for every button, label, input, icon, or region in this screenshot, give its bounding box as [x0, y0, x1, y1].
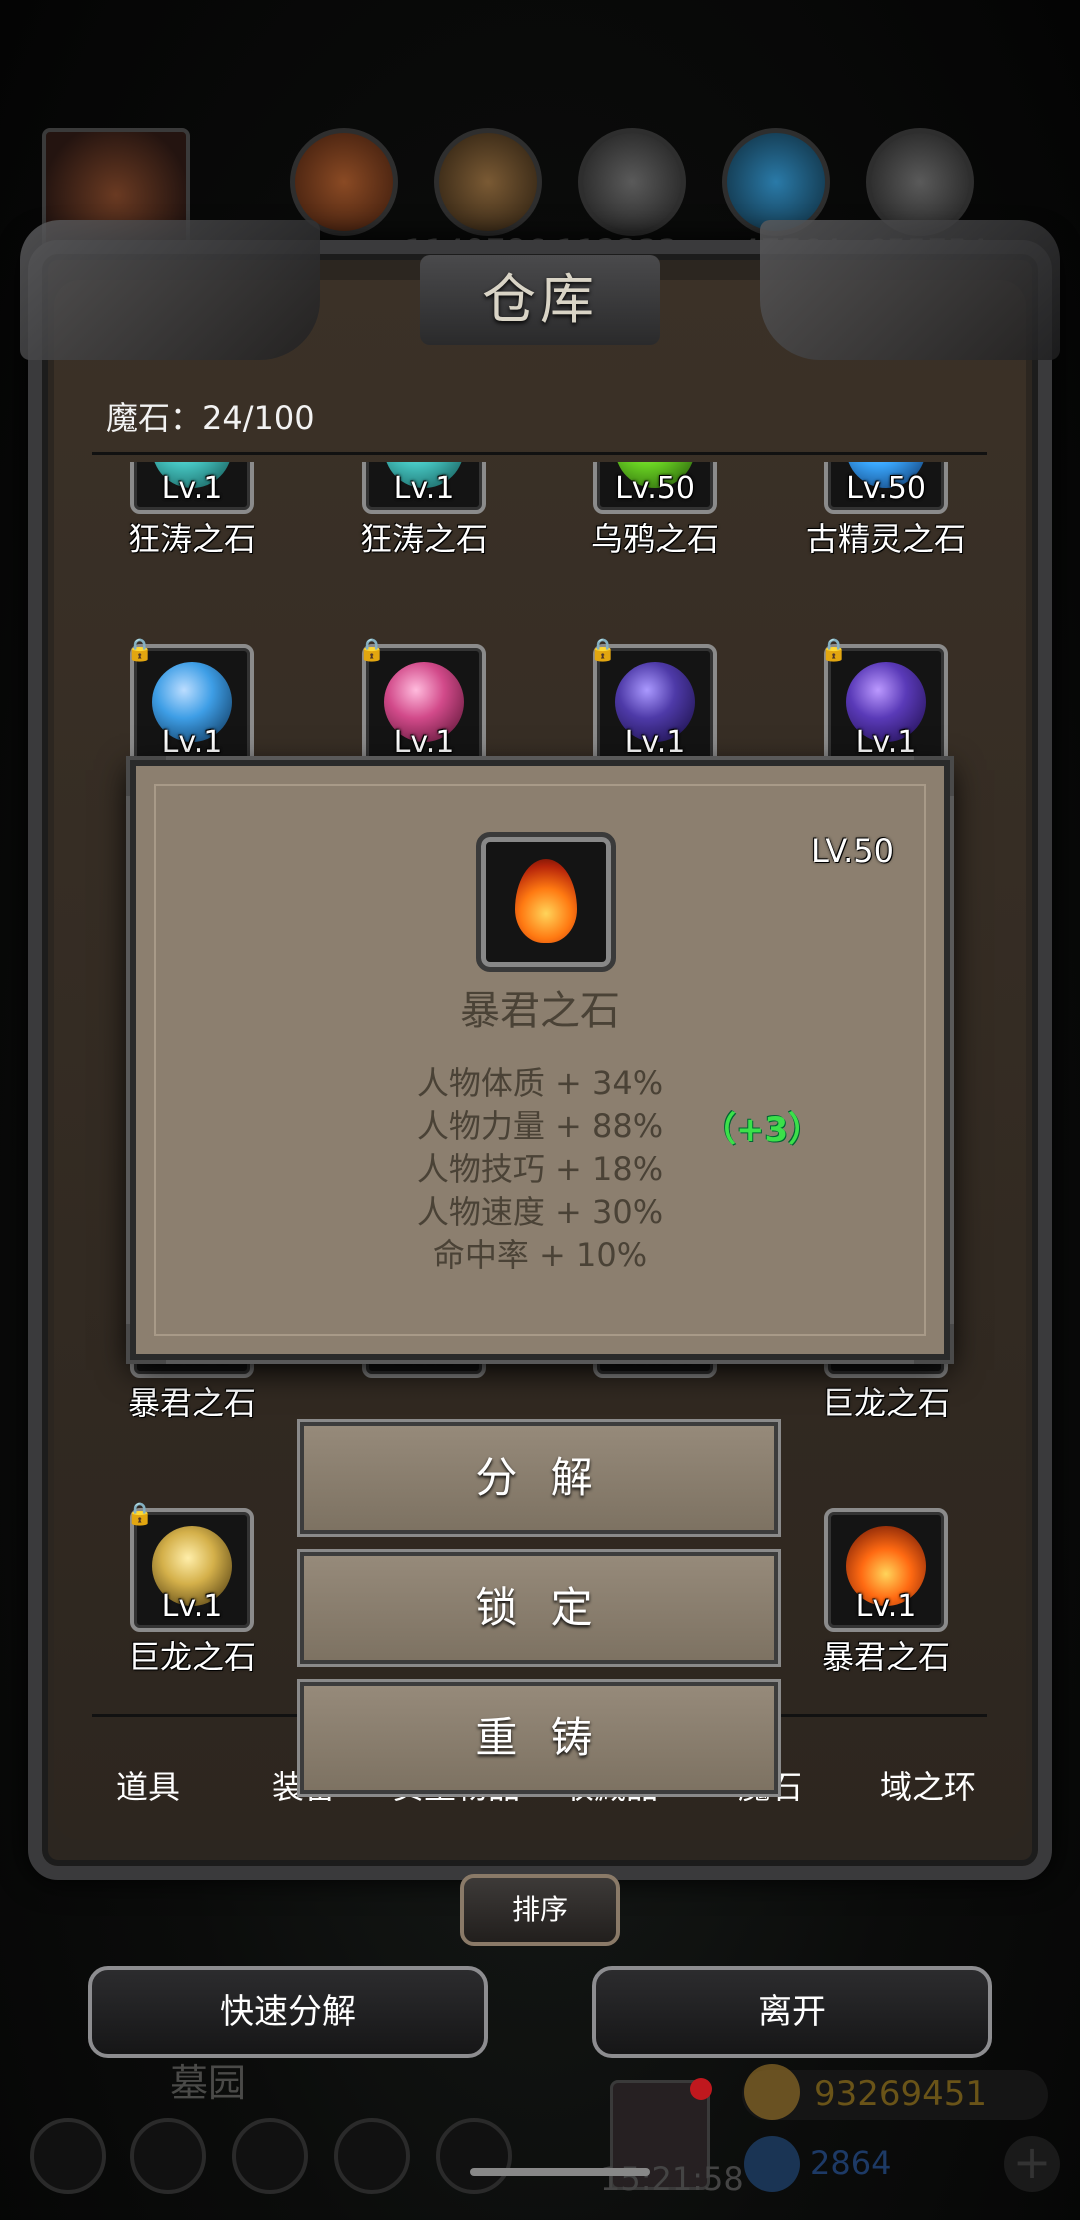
item-level: Lv.1 [161, 471, 223, 506]
diamond-icon [744, 2136, 800, 2192]
window-title: 仓库 [482, 268, 598, 331]
inventory-item[interactable]: 🔒 Lv.1 巨龙之石 [92, 1502, 292, 1678]
item-level: Lv.50 [615, 471, 695, 506]
notification-dot [690, 2078, 712, 2100]
item-level: Lv.1 [624, 725, 686, 760]
popup-level: LV.50 [811, 832, 894, 870]
item-slot: 🔒 Lv.1 [126, 638, 254, 768]
stat-line: 人物力量 + 88% [416, 1107, 664, 1145]
item-slot: 🔒 Lv.1 [820, 638, 948, 768]
corner-ornament [126, 756, 166, 796]
lock-icon: 🔒 [126, 638, 154, 663]
stone-count: 魔石：24/100 [106, 399, 315, 437]
settings-icon[interactable] [30, 2118, 106, 2194]
lock-icon: 🔒 [126, 1502, 154, 1527]
item-detail-popup: LV.50 暴君之石 人物体质 + 34% 人物力量 + 88% 人物技巧 + … [126, 756, 954, 1364]
item-slot: Lv.50 [593, 462, 717, 514]
diamond-value: 2864 [810, 2144, 892, 2182]
item-slot: 🔒 Lv.1 [126, 1502, 254, 1632]
inventory-item[interactable]: 🔒 Lv.1 [786, 638, 986, 768]
popup-item-slot [476, 832, 616, 972]
item-name: 古精灵之石 [805, 520, 966, 558]
item-name: 狂涛之石 [127, 520, 256, 558]
item-name: 巨龙之石 [821, 1384, 950, 1422]
item-name: 乌鸦之石 [590, 520, 719, 558]
lock-icon: 🔒 [820, 638, 848, 663]
gold-icon [744, 2064, 800, 2120]
wood-icon [434, 128, 542, 236]
corner-ornament [914, 756, 954, 796]
popup-item-name: 暴君之石 [460, 988, 620, 1034]
chat-icon[interactable] [436, 2118, 512, 2194]
item-name: 狂涛之石 [359, 520, 488, 558]
item-slot: 🔒 Lv.1 [358, 638, 486, 768]
item-slot: Lv.1 [824, 1508, 948, 1632]
stat-line: 命中率 + 10% [432, 1236, 648, 1274]
item-slot: Lv.50 [824, 462, 948, 514]
inventory-item[interactable]: 🔒 Lv.1 [324, 638, 524, 768]
item-name: 暴君之石 [821, 1638, 950, 1676]
quick-disassemble-button[interactable]: 快速分解 [88, 1966, 488, 2058]
inventory-item[interactable]: Lv.1 狂涛之石 [92, 462, 292, 560]
gold-value: 93269451 [814, 2074, 988, 2114]
item-level: Lv.1 [855, 725, 917, 760]
item-slot: 🔒 Lv.1 [589, 638, 717, 768]
stat-line: 人物体质 + 34% [416, 1064, 664, 1102]
recast-button[interactable]: 重 铸 [300, 1682, 778, 1794]
achievement-icon[interactable] [130, 2118, 206, 2194]
item-slot: Lv.1 [130, 462, 254, 514]
inventory-item[interactable]: 🔒 Lv.1 [92, 638, 292, 768]
clock: 15:21:58 [600, 2160, 744, 2198]
top-divider [92, 452, 987, 455]
item-level: Lv.1 [393, 725, 455, 760]
tab-domain-rings[interactable]: 域之环 [880, 1762, 976, 1808]
item-name: 巨龙之石 [127, 1638, 256, 1676]
dragon-ornament-left [20, 220, 320, 360]
stat-line: 人物速度 + 30% [416, 1193, 664, 1231]
item-level: Lv.1 [161, 725, 223, 760]
item-name: 暴君之石 [127, 1384, 256, 1422]
leave-button[interactable]: 离开 [592, 1966, 992, 2058]
item-level: Lv.1 [393, 471, 455, 506]
item-slot: Lv.1 [362, 462, 486, 514]
stat-bonus: （+3） [702, 1110, 823, 1150]
inventory-item[interactable]: Lv.1 暴君之石 [786, 1508, 986, 1678]
tyrant-stone-icon [515, 859, 577, 943]
area-name: 墓园 [170, 2061, 247, 2105]
corner-ornament [126, 1324, 166, 1364]
lock-icon: 🔒 [589, 638, 617, 663]
disassemble-button[interactable]: 分 解 [300, 1422, 778, 1534]
lock-icon: 🔒 [358, 638, 386, 663]
map-icon[interactable] [334, 2118, 410, 2194]
character-icon[interactable] [232, 2118, 308, 2194]
stone-icon [578, 128, 686, 236]
home-indicator[interactable] [470, 2168, 650, 2176]
inventory-item[interactable]: Lv.1 狂涛之石 [324, 462, 524, 560]
stat-list: 人物体质 + 34% 人物力量 + 88% 人物技巧 + 18% 人物速度 + … [136, 1062, 944, 1277]
item-level: Lv.50 [846, 471, 926, 506]
item-level: Lv.1 [855, 1589, 917, 1624]
sort-button[interactable]: 排序 [460, 1874, 620, 1946]
lock-button[interactable]: 锁 定 [300, 1552, 778, 1664]
corner-ornament [914, 1324, 954, 1364]
dragon-ornament-right [760, 220, 1060, 360]
title-plate: 仓库 [420, 255, 660, 345]
inventory-item[interactable]: 🔒 Lv.1 [555, 638, 755, 768]
item-level: Lv.1 [161, 1589, 223, 1624]
stat-line: 人物技巧 + 18% [416, 1150, 664, 1188]
inventory-item[interactable]: Lv.50 古精灵之石 [786, 462, 986, 560]
add-currency-button[interactable]: + [1004, 2136, 1060, 2192]
tab-items[interactable]: 道具 [116, 1762, 180, 1808]
inventory-item[interactable]: Lv.50 乌鸦之石 [555, 462, 755, 560]
